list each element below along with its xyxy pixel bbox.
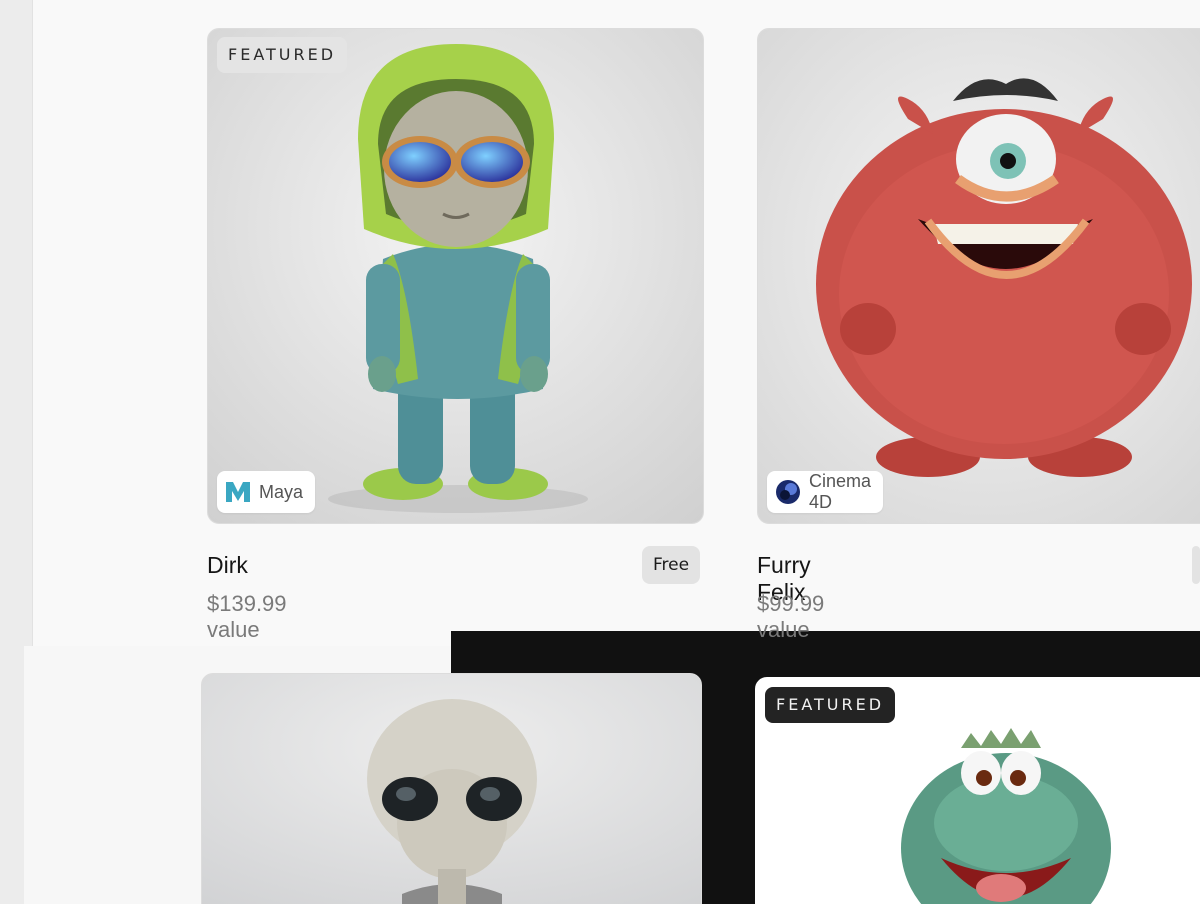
software-chip: Cinema 4D [767, 471, 884, 513]
free-button[interactable] [1192, 546, 1200, 584]
free-button[interactable]: Free [642, 546, 701, 584]
page: FEATURED Maya Dirk $139.99 value Free Ci… [0, 0, 1200, 904]
software-label: Maya [259, 481, 304, 502]
product-thumbnail[interactable] [201, 673, 702, 904]
red-monster-illustration [758, 29, 1200, 523]
software-chip: Maya [217, 471, 316, 513]
grey-alien-illustration [202, 674, 701, 904]
product-price: $139.99 value [207, 591, 287, 642]
product-thumbnail[interactable] [757, 28, 1200, 524]
featured-badge: FEATURED [765, 687, 896, 723]
featured-badge: FEATURED [217, 37, 348, 73]
software-label: Cinema 4D [809, 471, 872, 512]
maya-logo-icon [225, 479, 251, 505]
cinema4d-logo-icon [775, 479, 801, 505]
left-sidebar-edge [0, 0, 33, 646]
alien-hoodie-illustration [208, 29, 703, 523]
left-sidebar-edge-lower [0, 646, 24, 904]
product-title[interactable]: Dirk [207, 552, 248, 579]
product-price: $99.99 value [757, 591, 825, 642]
product-thumbnail[interactable] [207, 28, 704, 524]
